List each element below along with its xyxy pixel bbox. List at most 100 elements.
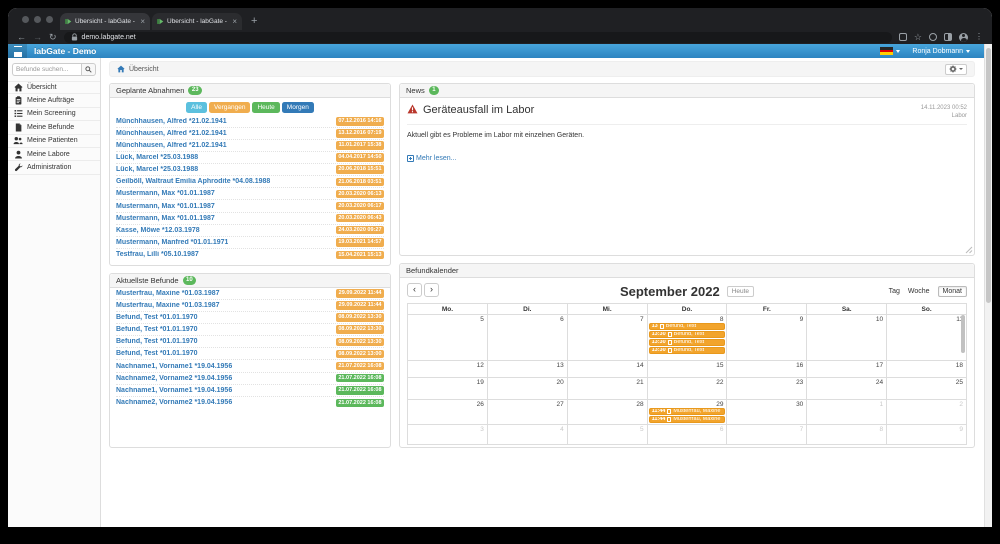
calendar-day-cell[interactable]: 17 <box>807 361 887 377</box>
minimize-window-icon[interactable] <box>34 16 41 23</box>
download-icon[interactable] <box>899 33 907 41</box>
browser-tab[interactable]: Übersicht - labGate - Demo× <box>152 13 242 30</box>
maximize-window-icon[interactable] <box>46 16 53 23</box>
calendar-day-cell[interactable]: 813Befund, Test13:30Befund, Test13:30Bef… <box>648 315 728 360</box>
patient-link[interactable]: Nachname2, Vorname2 *19.04.1956 <box>116 399 232 406</box>
bookmark-star-icon[interactable]: ☆ <box>914 33 922 42</box>
settings-button[interactable] <box>945 64 967 75</box>
profile-avatar[interactable] <box>959 33 968 42</box>
calendar-day-cell[interactable]: 11 <box>887 315 966 360</box>
calendar-prev-button[interactable]: ‹ <box>407 283 422 297</box>
calendar-event[interactable]: 13:30Befund, Test <box>649 339 726 346</box>
calendar-day-cell[interactable]: 14 <box>568 361 648 377</box>
search-input[interactable] <box>12 63 81 76</box>
calendar-scrollbar[interactable] <box>961 315 965 353</box>
calendar-day-cell[interactable]: 2911:44Musterfrau, Maxine11:44Musterfrau… <box>648 400 728 424</box>
patient-link[interactable]: Musterfrau, Maxine *01.03.1987 <box>116 302 220 309</box>
read-more-link[interactable]: Mehr lesen... <box>407 155 967 162</box>
reload-icon[interactable]: ↻ <box>49 33 57 42</box>
sidebar-item-meine-auftr-ge[interactable]: Meine Aufträge <box>8 94 100 107</box>
sidebar-item-mein-screening[interactable]: Mein Screening <box>8 108 100 121</box>
calendar-today-button[interactable]: Heute <box>727 286 754 297</box>
patient-link[interactable]: Mustermann, Max *01.01.1987 <box>116 203 215 210</box>
tab-close-icon[interactable]: × <box>140 17 145 26</box>
calendar-event[interactable]: 11:44Musterfrau, Maxine <box>649 408 726 415</box>
window-scrollbar[interactable] <box>984 44 992 527</box>
calendar-day-cell[interactable]: 25 <box>887 378 966 399</box>
calendar-day-cell[interactable]: 28 <box>568 400 648 424</box>
browser-menu-icon[interactable]: ⋮ <box>975 33 983 41</box>
patient-link[interactable]: Befund, Test *01.01.1970 <box>116 314 198 321</box>
patient-link[interactable]: Kasse, Möwe *12.03.1978 <box>116 227 200 234</box>
side-panel-icon[interactable] <box>944 33 952 41</box>
view-button-tag[interactable]: Tag <box>889 288 900 295</box>
patient-link[interactable]: Mustermann, Max *01.01.1987 <box>116 215 215 222</box>
patient-link[interactable]: Musterfrau, Maxine *01.03.1987 <box>116 290 220 297</box>
patient-link[interactable]: Lück, Marcel *25.03.1988 <box>116 166 198 173</box>
calendar-day-cell[interactable]: 5 <box>568 425 648 444</box>
user-menu[interactable]: Ronja Dobmann <box>912 48 970 55</box>
patient-link[interactable]: Mustermann, Manfred *01.01.1971 <box>116 239 228 246</box>
search-button[interactable] <box>81 63 96 76</box>
calendar-day-cell[interactable]: 21 <box>568 378 648 399</box>
calendar-day-cell[interactable]: 23 <box>727 378 807 399</box>
calendar-day-cell[interactable]: 13 <box>488 361 568 377</box>
new-tab-button[interactable]: + <box>251 16 257 27</box>
breadcrumb-item[interactable]: Übersicht <box>129 66 159 73</box>
calendar-day-cell[interactable]: 2 <box>887 400 966 424</box>
tab-close-icon[interactable]: × <box>232 17 237 26</box>
patient-link[interactable]: Befund, Test *01.01.1970 <box>116 350 198 357</box>
sidebar-item-bersicht[interactable]: Übersicht <box>8 81 100 94</box>
calendar-day-cell[interactable]: 3 <box>408 425 488 444</box>
filter-button-vergangen[interactable]: Vergangen <box>209 102 250 113</box>
calendar-day-cell[interactable]: 27 <box>488 400 568 424</box>
calendar-day-cell[interactable]: 26 <box>408 400 488 424</box>
filter-button-alle[interactable]: Alle <box>186 102 207 113</box>
calendar-event[interactable]: 13Befund, Test <box>649 323 726 330</box>
patient-link[interactable]: Befund, Test *01.01.1970 <box>116 326 198 333</box>
resize-handle-icon[interactable] <box>965 246 973 254</box>
sidebar-item-administration[interactable]: Administration <box>8 161 100 174</box>
calendar-day-cell[interactable]: 22 <box>648 378 728 399</box>
patient-link[interactable]: Nachname1, Vorname1 *19.04.1956 <box>116 363 232 370</box>
calendar-day-cell[interactable]: 30 <box>727 400 807 424</box>
calendar-day-cell[interactable]: 12 <box>408 361 488 377</box>
window-controls[interactable] <box>22 16 53 23</box>
patient-link[interactable]: Münchhausen, Alfred *21.02.1941 <box>116 118 227 125</box>
patient-link[interactable]: Befund, Test *01.01.1970 <box>116 338 198 345</box>
calendar-day-cell[interactable]: 19 <box>408 378 488 399</box>
patient-link[interactable]: Nachname2, Vorname2 *19.04.1956 <box>116 375 232 382</box>
calendar-day-cell[interactable]: 8 <box>807 425 887 444</box>
sidebar-item-meine-labore[interactable]: Meine Labore <box>8 148 100 161</box>
sidebar-item-meine-patienten[interactable]: Meine Patienten <box>8 135 100 148</box>
calendar-day-cell[interactable]: 9 <box>727 315 807 360</box>
patient-link[interactable]: Testfrau, Lilli *05.10.1987 <box>116 251 199 258</box>
language-selector[interactable] <box>880 47 900 55</box>
calendar-day-cell[interactable]: 6 <box>488 315 568 360</box>
calendar-event[interactable]: 11:44Musterfrau, Maxine <box>649 416 726 423</box>
patient-link[interactable]: Mustermann, Max *01.01.1987 <box>116 190 215 197</box>
sidebar-item-meine-befunde[interactable]: Meine Befunde <box>8 121 100 134</box>
patient-link[interactable]: Geilböll, Waltraut Emilia Aphrodite *04.… <box>116 178 270 185</box>
back-icon[interactable]: ← <box>17 33 26 42</box>
calendar-event[interactable]: 13:30Befund, Test <box>649 331 726 338</box>
close-window-icon[interactable] <box>22 16 29 23</box>
calendar-day-cell[interactable]: 15 <box>648 361 728 377</box>
patient-link[interactable]: Nachname1, Vorname1 *19.04.1956 <box>116 387 232 394</box>
calendar-day-cell[interactable]: 6 <box>648 425 728 444</box>
patient-link[interactable]: Münchhausen, Alfred *21.02.1941 <box>116 130 227 137</box>
address-bar[interactable]: demo.labgate.net <box>64 32 892 43</box>
calendar-next-button[interactable]: › <box>424 283 439 297</box>
view-button-woche[interactable]: Woche <box>908 288 930 295</box>
browser-tab[interactable]: Übersicht - labGate - Demo× <box>60 13 150 30</box>
home-icon[interactable] <box>117 65 125 73</box>
view-button-monat[interactable]: Monat <box>938 286 967 297</box>
extensions-icon[interactable] <box>929 33 937 41</box>
calendar-day-cell[interactable]: 10 <box>807 315 887 360</box>
patient-link[interactable]: Lück, Marcel *25.03.1988 <box>116 154 198 161</box>
calendar-day-cell[interactable]: 7 <box>568 315 648 360</box>
patient-link[interactable]: Münchhausen, Alfred *21.02.1941 <box>116 142 227 149</box>
calendar-day-cell[interactable]: 9 <box>887 425 966 444</box>
filter-button-morgen[interactable]: Morgen <box>282 102 314 113</box>
calendar-day-cell[interactable]: 24 <box>807 378 887 399</box>
